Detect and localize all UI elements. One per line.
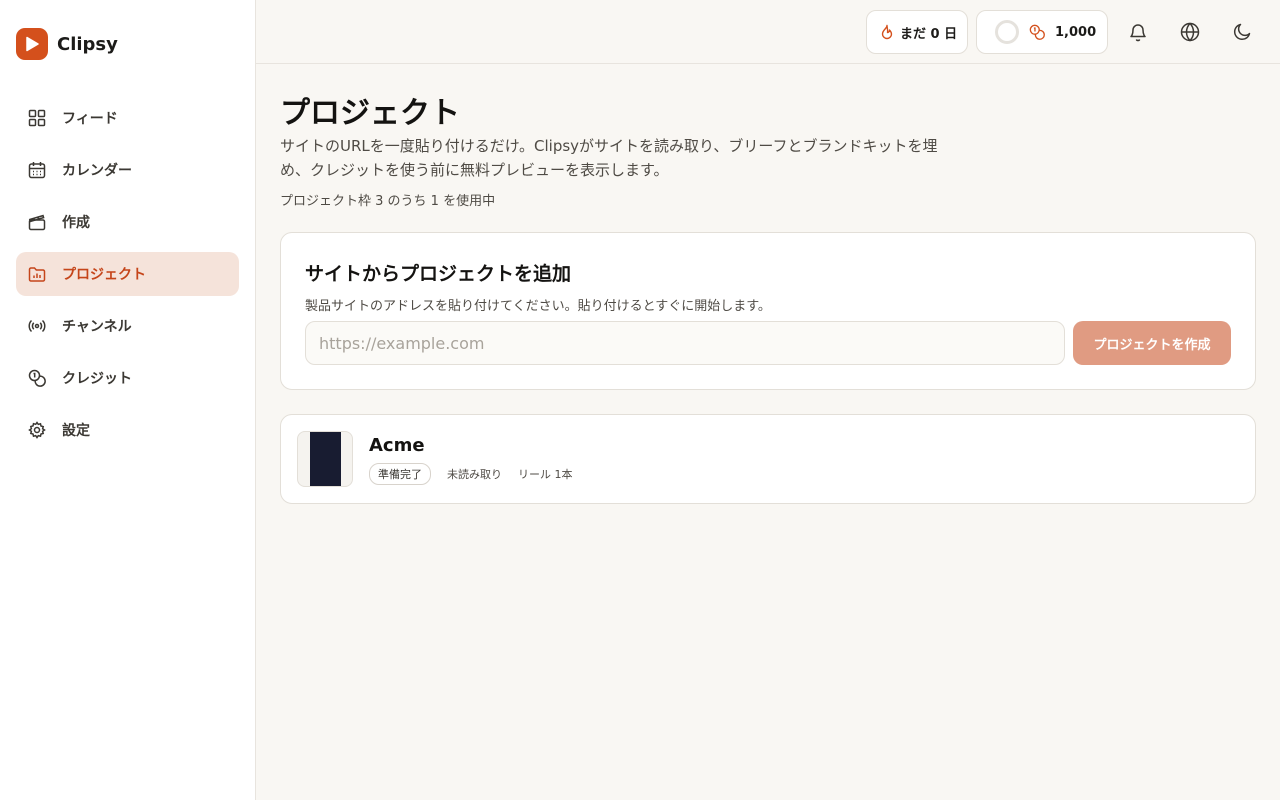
status-badge: 準備完了 — [369, 463, 431, 485]
sidebar-item-label: 設定 — [62, 423, 90, 439]
page-description: サイトのURLを一度貼り付けるだけ。Clipsyがサイトを読み取り、ブリーフとブ… — [280, 137, 938, 179]
sidebar-item-label: 作成 — [62, 215, 90, 231]
sidebar-item-label: フィード — [62, 111, 118, 127]
language-button[interactable] — [1178, 20, 1202, 44]
globe-icon — [1180, 22, 1200, 42]
coins-icon — [1029, 24, 1045, 40]
calendar-icon — [28, 162, 46, 179]
play-logo-icon — [16, 28, 48, 60]
gear-icon — [28, 421, 46, 439]
clapperboard-icon — [28, 214, 46, 231]
folder-chart-icon — [28, 267, 46, 282]
project-card[interactable]: Acme 準備完了 未読み取り リール 1本 — [280, 414, 1256, 504]
brand[interactable]: Clipsy — [16, 28, 118, 60]
streak-badge[interactable]: まだ 0 日 — [866, 10, 968, 54]
sidebar-item-settings[interactable]: 設定 — [16, 408, 239, 452]
credits-badge[interactable]: 1,000 — [976, 10, 1108, 54]
credits-value: 1,000 — [1055, 24, 1097, 40]
reel-count: リール 1本 — [518, 468, 573, 481]
topbar: まだ 0 日 1,000 — [256, 0, 1280, 64]
page-title: プロジェクト — [280, 96, 460, 131]
read-state: 未読み取り — [447, 468, 502, 481]
sidebar-item-label: クレジット — [62, 371, 132, 387]
add-project-card: サイトからプロジェクトを追加 製品サイトのアドレスを貼り付けてください。貼り付け… — [280, 232, 1256, 390]
project-name: Acme — [369, 435, 425, 456]
sidebar-nav: フィード カレンダー 作成 プロジェクト チャンネル クレジット 設定 — [16, 96, 239, 460]
streak-label: まだ 0 日 — [900, 26, 958, 42]
notifications-button[interactable] — [1126, 20, 1150, 44]
project-meta: 準備完了 未読み取り リール 1本 — [369, 463, 573, 485]
sidebar-item-feed[interactable]: フィード — [16, 96, 239, 140]
theme-toggle-button[interactable] — [1230, 20, 1254, 44]
sidebar-item-label: カレンダー — [62, 163, 132, 179]
broadcast-icon — [28, 319, 46, 333]
grid-icon — [28, 109, 46, 127]
project-quota: プロジェクト枠 3 のうち 1 を使用中 — [280, 194, 496, 209]
progress-ring — [995, 20, 1019, 44]
flame-icon — [881, 24, 893, 40]
sidebar-item-create[interactable]: 作成 — [16, 200, 239, 244]
sidebar-item-calendar[interactable]: カレンダー — [16, 148, 239, 192]
moon-icon — [1234, 23, 1251, 40]
sidebar-item-label: プロジェクト — [62, 267, 146, 283]
bell-icon — [1130, 24, 1146, 42]
sidebar-item-label: チャンネル — [62, 319, 132, 335]
brand-name: Clipsy — [57, 33, 118, 55]
site-url-input[interactable] — [305, 321, 1065, 365]
project-thumbnail — [297, 431, 353, 487]
create-project-button[interactable]: プロジェクトを作成 — [1073, 321, 1231, 365]
thumbnail-image — [310, 432, 341, 486]
sidebar-item-channels[interactable]: チャンネル — [16, 304, 239, 348]
coins-icon — [28, 369, 46, 387]
add-project-title: サイトからプロジェクトを追加 — [305, 263, 572, 285]
sidebar-item-credits[interactable]: クレジット — [16, 356, 239, 400]
add-project-subtitle: 製品サイトのアドレスを貼り付けてください。貼り付けるとすぐに開始します。 — [305, 299, 771, 314]
sidebar: Clipsy フィード カレンダー 作成 プロジェクト チャンネル クレジット — [0, 0, 256, 800]
sidebar-item-projects[interactable]: プロジェクト — [16, 252, 239, 296]
